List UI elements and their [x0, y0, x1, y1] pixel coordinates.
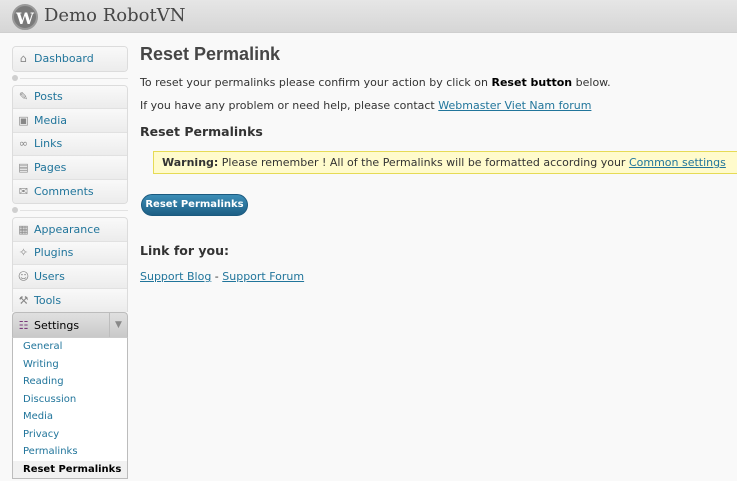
intro-text-bold: Reset button	[491, 76, 573, 89]
sidebar-item-label: Settings	[34, 318, 80, 332]
admin-header: W Demo RobotVN	[0, 0, 737, 33]
appearance-icon: ▦	[18, 222, 29, 236]
section-title: Reset Permalinks	[140, 124, 263, 139]
sidebar-item-label: Dashboard	[34, 52, 94, 66]
menu-group-dashboard: ⌂ Dashboard	[12, 46, 128, 72]
submenu-item-permalinks[interactable]: Permalinks	[13, 443, 127, 461]
sidebar-item-label: Comments	[34, 184, 94, 198]
sidebar-item-dashboard[interactable]: ⌂ Dashboard	[13, 47, 127, 71]
link-separator: -	[211, 270, 223, 283]
submenu-item-general[interactable]: General	[13, 338, 127, 356]
sidebar-item-tools[interactable]: ⚒ Tools	[13, 288, 127, 312]
links-title: Link for you:	[140, 243, 229, 258]
support-forum-link[interactable]: Support Forum	[222, 270, 304, 283]
help-text-before: If you have any problem or need help, pl…	[140, 99, 439, 112]
menu-group-content: ✎ Posts ▣ Media ∞ Links ▤ Pages ✉ Commen…	[12, 84, 128, 204]
submenu-item-reading[interactable]: Reading	[13, 373, 127, 391]
sidebar-item-users[interactable]: ☺ Users	[13, 265, 127, 289]
support-links: Support Blog - Support Forum	[140, 270, 304, 283]
sidebar-item-label: Media	[34, 113, 68, 127]
sidebar-item-label: Appearance	[34, 222, 101, 236]
intro-text: To reset your permalinks please confirm …	[140, 76, 611, 89]
sidebar-item-label: Posts	[34, 90, 63, 104]
pages-icon: ▤	[18, 160, 29, 174]
submenu-item-writing[interactable]: Writing	[13, 356, 127, 374]
settings-submenu: General Writing Reading Discussion Media…	[12, 337, 128, 479]
sidebar-item-label: Tools	[34, 293, 62, 307]
links-icon: ∞	[18, 137, 29, 151]
submenu-item-reset-permalinks[interactable]: Reset Permalinks	[13, 460, 127, 478]
wordpress-logo-icon[interactable]: W	[12, 4, 38, 30]
admin-sidebar: ⌂ Dashboard ✎ Posts ▣ Media ∞ Links ▤ Pa…	[12, 46, 128, 479]
site-title[interactable]: Demo RobotVN	[44, 5, 185, 26]
submenu-item-privacy[interactable]: Privacy	[13, 426, 127, 444]
reset-permalinks-button[interactable]: Reset Permalinks	[141, 194, 248, 216]
warning-text: Please remember ! All of the Permalinks …	[218, 156, 629, 169]
sidebar-item-label: Links	[34, 137, 63, 151]
tools-icon: ⚒	[18, 293, 29, 307]
support-blog-link[interactable]: Support Blog	[140, 270, 211, 283]
settings-icon: ☷	[18, 318, 29, 332]
sidebar-item-pages[interactable]: ▤ Pages	[13, 156, 127, 180]
help-text: If you have any problem or need help, pl…	[140, 99, 591, 112]
intro-text-before: To reset your permalinks please confirm …	[140, 76, 492, 89]
sidebar-item-posts[interactable]: ✎ Posts	[13, 85, 127, 109]
sidebar-item-links[interactable]: ∞ Links	[13, 132, 127, 156]
menu-separator	[12, 204, 128, 217]
dashboard-icon: ⌂	[20, 52, 27, 66]
common-settings-link[interactable]: Common settings	[629, 156, 726, 169]
warning-notice: Warning: Please remember ! All of the Pe…	[153, 151, 737, 174]
submenu-item-media[interactable]: Media	[13, 408, 127, 426]
sidebar-item-settings[interactable]: ☷ Settings ▼	[12, 312, 128, 337]
sidebar-item-comments[interactable]: ✉ Comments	[13, 179, 127, 203]
warning-label: Warning:	[162, 156, 219, 169]
menu-group-admin: ▦ Appearance ✧ Plugins ☺ Users ⚒ Tools	[12, 217, 128, 312]
media-icon: ▣	[18, 113, 29, 127]
sidebar-item-label: Plugins	[34, 246, 74, 260]
page-title: Reset Permalink	[140, 44, 281, 64]
sidebar-item-label: Pages	[34, 160, 67, 174]
sidebar-item-media[interactable]: ▣ Media	[13, 109, 127, 133]
plugins-icon: ✧	[18, 246, 29, 260]
chevron-down-icon[interactable]: ▼	[109, 313, 127, 337]
posts-icon: ✎	[18, 90, 29, 104]
intro-text-after: below.	[572, 76, 611, 89]
menu-separator	[12, 72, 128, 85]
sidebar-item-label: Users	[34, 269, 65, 283]
sidebar-item-appearance[interactable]: ▦ Appearance	[13, 218, 127, 242]
sidebar-item-plugins[interactable]: ✧ Plugins	[13, 241, 127, 265]
forum-link[interactable]: Webmaster Viet Nam forum	[438, 99, 591, 112]
comments-icon: ✉	[18, 184, 29, 198]
submenu-item-discussion[interactable]: Discussion	[13, 391, 127, 409]
users-icon: ☺	[17, 269, 30, 283]
